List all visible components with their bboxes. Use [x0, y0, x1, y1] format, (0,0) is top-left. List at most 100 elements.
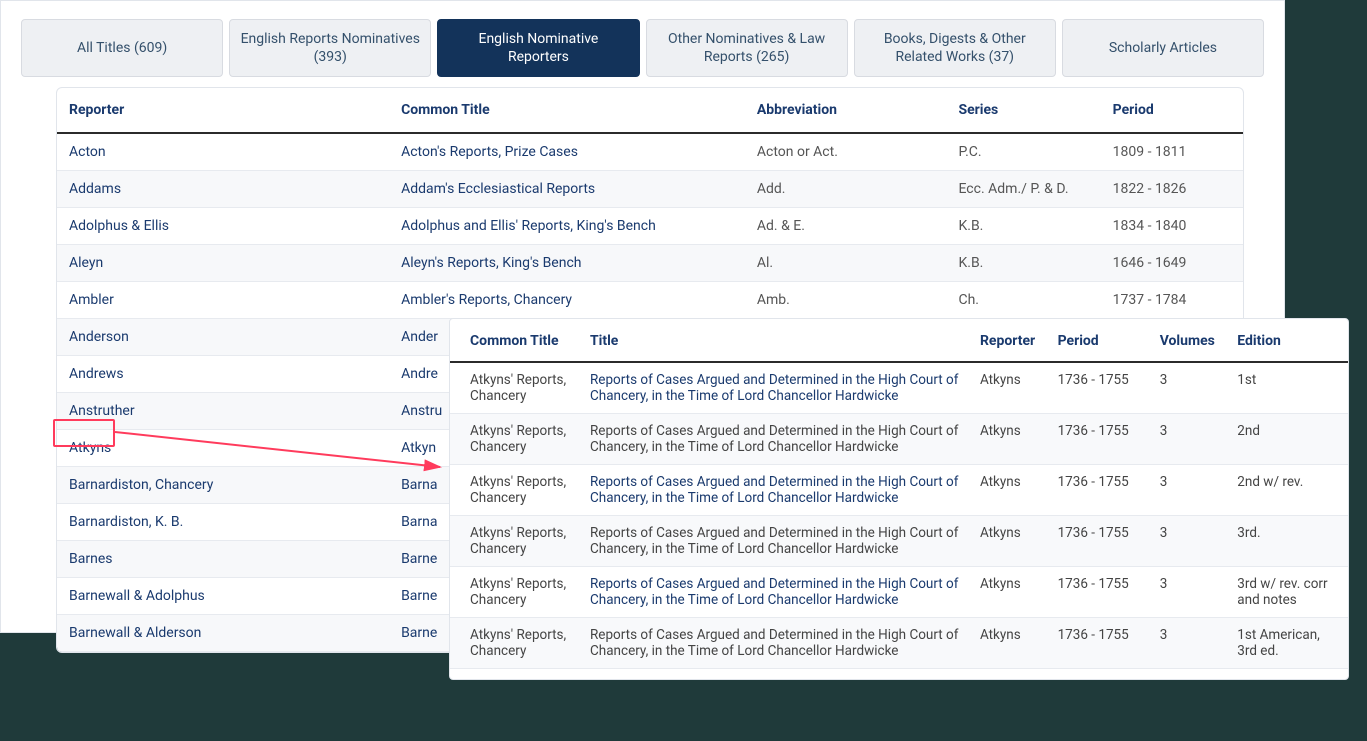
- popup-period: 1736 - 1755: [1048, 618, 1150, 669]
- reporter-link[interactable]: Anderson: [57, 319, 389, 356]
- period-cell: 1646 - 1649: [1101, 245, 1243, 282]
- popup-volumes: 3: [1150, 414, 1228, 465]
- th-popup-volumes[interactable]: Volumes: [1150, 319, 1228, 362]
- th-period[interactable]: Period: [1101, 88, 1243, 133]
- popup-common-title: Atkyns' Reports, Chancery: [450, 465, 580, 516]
- popup-volumes: 3: [1150, 567, 1228, 618]
- popup-title[interactable]: Reports of Cases Argued and Determined i…: [580, 362, 970, 414]
- reporter-link[interactable]: Barnardiston, Chancery: [57, 467, 389, 504]
- common-title-link[interactable]: Ambler's Reports, Chancery: [389, 282, 745, 319]
- abbreviation-cell: Acton or Act.: [745, 133, 947, 171]
- popup-edition: 3rd.: [1227, 516, 1348, 567]
- reporter-link[interactable]: Barnewall & Alderson: [57, 615, 389, 652]
- reporter-link[interactable]: Aleyn: [57, 245, 389, 282]
- popup-common-title: Atkyns' Reports, Chancery: [450, 567, 580, 618]
- tab-all-titles[interactable]: All Titles (609): [21, 19, 223, 77]
- tab-english-reports-nominatives[interactable]: English Reports Nominatives (393): [229, 19, 431, 77]
- th-series[interactable]: Series: [946, 88, 1100, 133]
- common-title-link[interactable]: Addam's Ecclesiastical Reports: [389, 171, 745, 208]
- reporter-link[interactable]: Barnardiston, K. B.: [57, 504, 389, 541]
- popup-period: 1736 - 1755: [1048, 567, 1150, 618]
- series-cell: P.C.: [946, 133, 1100, 171]
- popup-common-title: Atkyns' Reports, Chancery: [450, 516, 580, 567]
- abbreviation-cell: Add.: [745, 171, 947, 208]
- period-cell: 1737 - 1784: [1101, 282, 1243, 319]
- popup-title: Reports of Cases Argued and Determined i…: [580, 618, 970, 669]
- reporter-link[interactable]: Barnewall & Adolphus: [57, 578, 389, 615]
- th-popup-reporter[interactable]: Reporter: [970, 319, 1048, 362]
- popup-title: Reports of Cases Argued and Determined i…: [580, 414, 970, 465]
- table-row: Atkyns' Reports, ChanceryReports of Case…: [450, 516, 1348, 567]
- table-row: Atkyns' Reports, ChanceryReports of Case…: [450, 618, 1348, 669]
- table-row: AmblerAmbler's Reports, ChanceryAmb.Ch.1…: [57, 282, 1243, 319]
- popup-period: 1736 - 1755: [1048, 516, 1150, 567]
- detail-popup: Common Title Title Reporter Period Volum…: [449, 318, 1349, 680]
- tab-books-digests[interactable]: Books, Digests & Other Related Works (37…: [854, 19, 1056, 77]
- popup-volumes: 3: [1150, 516, 1228, 567]
- series-cell: Ch.: [946, 282, 1100, 319]
- editions-table: Common Title Title Reporter Period Volum…: [450, 319, 1348, 669]
- reporter-link[interactable]: Acton: [57, 133, 389, 171]
- reporter-link[interactable]: Atkyns: [57, 430, 389, 467]
- tab-english-nominative-reporters[interactable]: English Nominative Reporters: [437, 19, 639, 77]
- abbreviation-cell: Amb.: [745, 282, 947, 319]
- reporter-link[interactable]: Barnes: [57, 541, 389, 578]
- popup-reporter: Atkyns: [970, 618, 1048, 669]
- reporter-link[interactable]: Anstruther: [57, 393, 389, 430]
- series-cell: K.B.: [946, 245, 1100, 282]
- tab-other-nominatives[interactable]: Other Nominatives & Law Reports (265): [646, 19, 848, 77]
- popup-reporter: Atkyns: [970, 362, 1048, 414]
- popup-title[interactable]: Reports of Cases Argued and Determined i…: [580, 567, 970, 618]
- th-popup-edition[interactable]: Edition: [1227, 319, 1348, 362]
- common-title-link[interactable]: Adolphus and Ellis' Reports, King's Benc…: [389, 208, 745, 245]
- popup-edition: 2nd: [1227, 414, 1348, 465]
- th-popup-period[interactable]: Period: [1048, 319, 1150, 362]
- th-abbreviation[interactable]: Abbreviation: [745, 88, 947, 133]
- reporter-link[interactable]: Adolphus & Ellis: [57, 208, 389, 245]
- popup-reporter: Atkyns: [970, 516, 1048, 567]
- table-row: Atkyns' Reports, ChanceryReports of Case…: [450, 465, 1348, 516]
- common-title-link[interactable]: Aleyn's Reports, King's Bench: [389, 245, 745, 282]
- table-row: Adolphus & EllisAdolphus and Ellis' Repo…: [57, 208, 1243, 245]
- abbreviation-cell: Al.: [745, 245, 947, 282]
- series-cell: K.B.: [946, 208, 1100, 245]
- abbreviation-cell: Ad. & E.: [745, 208, 947, 245]
- table-row: ActonActon's Reports, Prize CasesActon o…: [57, 133, 1243, 171]
- th-common-title[interactable]: Common Title: [389, 88, 745, 133]
- th-reporter[interactable]: Reporter: [57, 88, 389, 133]
- popup-title[interactable]: Reports of Cases Argued and Determined i…: [580, 465, 970, 516]
- popup-edition: 2nd w/ rev.: [1227, 465, 1348, 516]
- table-row: Atkyns' Reports, ChanceryReports of Case…: [450, 567, 1348, 618]
- popup-volumes: 3: [1150, 362, 1228, 414]
- popup-common-title: Atkyns' Reports, Chancery: [450, 618, 580, 669]
- th-popup-title[interactable]: Title: [580, 319, 970, 362]
- reporter-link[interactable]: Andrews: [57, 356, 389, 393]
- popup-period: 1736 - 1755: [1048, 414, 1150, 465]
- table-row: AleynAleyn's Reports, King's BenchAl.K.B…: [57, 245, 1243, 282]
- period-cell: 1822 - 1826: [1101, 171, 1243, 208]
- popup-period: 1736 - 1755: [1048, 362, 1150, 414]
- table-row: Atkyns' Reports, ChanceryReports of Case…: [450, 362, 1348, 414]
- popup-volumes: 3: [1150, 465, 1228, 516]
- popup-title: Reports of Cases Argued and Determined i…: [580, 516, 970, 567]
- period-cell: 1809 - 1811: [1101, 133, 1243, 171]
- popup-volumes: 3: [1150, 618, 1228, 669]
- popup-reporter: Atkyns: [970, 414, 1048, 465]
- tab-bar: All Titles (609) English Reports Nominat…: [1, 1, 1284, 87]
- popup-edition: 3rd w/ rev. corr and notes: [1227, 567, 1348, 618]
- common-title-link[interactable]: Acton's Reports, Prize Cases: [389, 133, 745, 171]
- tab-scholarly-articles[interactable]: Scholarly Articles: [1062, 19, 1264, 77]
- popup-common-title: Atkyns' Reports, Chancery: [450, 414, 580, 465]
- popup-reporter: Atkyns: [970, 465, 1048, 516]
- th-popup-common-title[interactable]: Common Title: [450, 319, 580, 362]
- popup-edition: 1st: [1227, 362, 1348, 414]
- table-row: AddamsAddam's Ecclesiastical ReportsAdd.…: [57, 171, 1243, 208]
- period-cell: 1834 - 1840: [1101, 208, 1243, 245]
- reporter-link[interactable]: Ambler: [57, 282, 389, 319]
- popup-period: 1736 - 1755: [1048, 465, 1150, 516]
- reporter-link[interactable]: Addams: [57, 171, 389, 208]
- table-row: Atkyns' Reports, ChanceryReports of Case…: [450, 414, 1348, 465]
- popup-common-title: Atkyns' Reports, Chancery: [450, 362, 580, 414]
- popup-edition: 1st American, 3rd ed.: [1227, 618, 1348, 669]
- popup-reporter: Atkyns: [970, 567, 1048, 618]
